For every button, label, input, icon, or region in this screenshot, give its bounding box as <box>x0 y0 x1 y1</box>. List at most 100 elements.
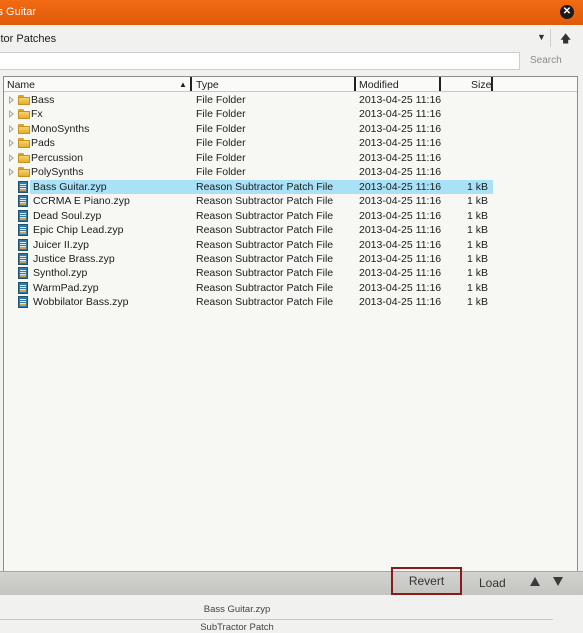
row-name: WarmPad.zyp <box>33 281 99 294</box>
folder-icon <box>18 138 30 149</box>
row-modified: 2013-04-25 11:16 <box>359 195 442 208</box>
folder-icon <box>18 123 30 134</box>
selected-filename: Bass Guitar.zyp <box>203 604 271 615</box>
row-size: 1 kB <box>466 238 488 251</box>
row-size: 1 kB <box>466 281 488 294</box>
folder-row[interactable]: Pads File Folder 2013-04-25 11:16 <box>4 136 577 150</box>
row-name: Dead Soul.zyp <box>33 209 102 222</box>
expand-icon[interactable] <box>9 110 14 119</box>
row-name: Bass Guitar.zyp <box>33 180 107 193</box>
row-name: Percussion <box>31 151 83 164</box>
row-name: MonoSynths <box>31 122 90 135</box>
folder-row[interactable]: MonoSynths File Folder 2013-04-25 11:16 <box>4 122 577 136</box>
file-row[interactable]: Juicer II.zyp Reason Subtractor Patch Fil… <box>4 238 577 252</box>
column-divider[interactable] <box>439 77 441 91</box>
folder-row[interactable]: Bass File Folder 2013-04-25 11:16 <box>4 93 577 107</box>
row-size: 1 kB <box>466 195 488 208</box>
close-icon[interactable]: ✕ <box>560 5 574 19</box>
column-divider[interactable] <box>354 77 356 91</box>
file-row[interactable]: CCRMA E Piano.zyp Reason Subtractor Patch… <box>4 194 577 208</box>
row-type: Reason Subtractor Patch File <box>196 224 334 237</box>
column-divider[interactable] <box>190 77 192 91</box>
folder-icon <box>18 95 30 105</box>
bottom-toolbar: Revert Load <box>0 567 583 595</box>
patch-file-icon <box>18 267 28 280</box>
previous-patch-icon[interactable] <box>530 577 540 586</box>
search-input[interactable] <box>0 52 520 70</box>
column-header-row: Name ▲ Type Modified Size <box>4 77 577 92</box>
expand-icon[interactable] <box>9 168 14 177</box>
expand-icon[interactable] <box>9 96 14 104</box>
column-header-name[interactable]: Name <box>7 79 35 91</box>
folder-row[interactable]: Percussion File Folder 2013-04-25 11:16 <box>4 151 577 165</box>
file-row[interactable]: Epic Chip Lead.zyp Reason Subtractor Patc… <box>4 223 577 237</box>
row-size: 1 kB <box>466 267 488 280</box>
column-header-type[interactable]: Type <box>196 79 219 91</box>
patch-file-icon <box>18 209 28 222</box>
row-type: Reason Subtractor Patch File <box>196 267 334 280</box>
row-type: Reason Subtractor Patch File <box>196 180 334 193</box>
row-modified: 2013-04-25 11:16 <box>359 296 442 309</box>
column-header-modified[interactable]: Modified <box>359 79 399 91</box>
row-name: Epic Chip Lead.zyp <box>33 224 124 237</box>
load-button[interactable]: Load <box>479 576 506 590</box>
file-row[interactable]: Dead Soul.zyp Reason Subtractor Patch Fil… <box>4 209 577 223</box>
row-modified: 2013-04-25 11:16 <box>359 151 442 164</box>
row-type: Reason Subtractor Patch File <box>196 281 334 294</box>
next-patch-icon[interactable] <box>553 577 563 586</box>
file-row[interactable]: Synthol.zyp Reason Subtractor Patch File 2… <box>4 266 577 280</box>
expand-icon[interactable] <box>9 124 14 133</box>
column-divider[interactable] <box>491 77 493 91</box>
patch-file-icon <box>18 281 28 294</box>
expand-icon[interactable] <box>9 139 14 148</box>
revert-button[interactable]: Revert <box>391 567 462 595</box>
location-bar: ctor Patches ▼ 🡅 <box>0 25 583 51</box>
window-title: ss Guitar <box>0 6 37 18</box>
row-type: Reason Subtractor Patch File <box>196 195 334 208</box>
row-type: File Folder <box>196 94 246 106</box>
file-list: Name ▲ Type Modified Size Bass File Folde… <box>3 76 578 573</box>
folder-row[interactable]: PolySynths File Folder 2013-04-25 11:16 <box>4 165 577 179</box>
patch-file-icon <box>18 296 28 309</box>
sort-ascending-icon: ▲ <box>179 80 187 89</box>
folder-icon <box>18 167 30 178</box>
row-size: 1 kB <box>466 224 488 237</box>
parent-folder-icon[interactable]: 🡅 <box>560 30 571 49</box>
file-row[interactable]: WarmPad.zyp Reason Subtractor Patch File 2… <box>4 281 577 295</box>
row-name: Fx <box>31 108 43 121</box>
location-dropdown-icon[interactable]: ▼ <box>537 32 546 42</box>
location-path[interactable]: ctor Patches <box>0 33 56 45</box>
folder-icon <box>18 109 30 120</box>
row-type: File Folder <box>196 122 246 135</box>
patch-type: SubTractor Patch <box>200 622 274 633</box>
file-row[interactable]: Justice Brass.zyp Reason Subtractor Patch… <box>4 252 577 266</box>
row-size: 1 kB <box>466 209 488 222</box>
column-header-size[interactable]: Size <box>471 79 491 91</box>
expand-icon[interactable] <box>9 153 14 162</box>
patch-file-icon <box>18 252 28 265</box>
row-type: File Folder <box>196 151 246 164</box>
title-bar: ss Guitar ✕ <box>0 0 583 25</box>
file-row[interactable]: Bass Guitar.zyp Reason Subtractor Patch F… <box>4 179 577 194</box>
row-type: Reason Subtractor Patch File <box>196 209 334 222</box>
row-modified: 2013-04-25 11:16 <box>359 108 442 121</box>
row-modified: 2013-04-25 11:16 <box>359 252 442 265</box>
row-name: Juicer II.zyp <box>33 238 90 251</box>
row-name: CCRMA E Piano.zyp <box>33 195 130 208</box>
patch-info: Bass Guitar.zyp SubTractor Patch <box>0 595 583 633</box>
row-name: Pads <box>31 137 55 150</box>
search-button[interactable]: Search <box>530 55 562 66</box>
row-modified: 2013-04-25 11:16 <box>359 238 442 251</box>
row-modified: 2013-04-25 11:16 <box>359 94 442 106</box>
divider <box>0 619 553 620</box>
row-type: Reason Subtractor Patch File <box>196 252 334 265</box>
row-name: PolySynths <box>31 166 84 179</box>
folder-row[interactable]: Fx File Folder 2013-04-25 11:16 <box>4 107 577 121</box>
patch-file-icon <box>18 224 28 237</box>
row-name: Bass <box>31 94 55 106</box>
row-size: 1 kB <box>466 252 488 265</box>
row-modified: 2013-04-25 11:16 <box>359 209 442 222</box>
row-modified: 2013-04-25 11:16 <box>359 281 442 294</box>
file-row[interactable]: Wobbilator Bass.zyp Reason Subtractor Pat… <box>4 295 577 309</box>
row-modified: 2013-04-25 11:16 <box>359 224 442 237</box>
